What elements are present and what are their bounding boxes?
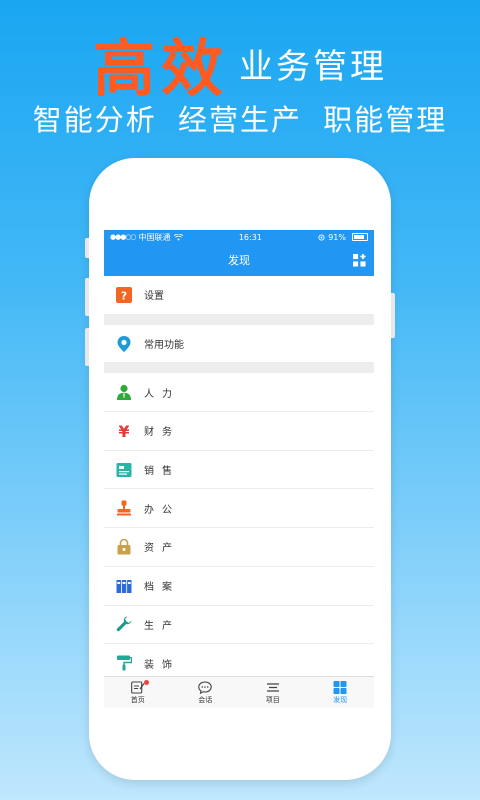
hero-subtitle: 智能分析 经营生产 职能管理 <box>32 103 448 137</box>
svg-text:¥: ¥ <box>118 423 129 439</box>
battery-percent: 91% <box>328 232 346 242</box>
sales-card-icon <box>116 462 132 478</box>
list-item-assets[interactable]: 资产 <box>104 528 374 567</box>
list-item-common[interactable]: 常用功能 <box>104 324 374 364</box>
svg-text:?: ? <box>121 289 127 302</box>
notification-badge <box>144 680 149 685</box>
archive-icon <box>116 578 132 594</box>
phone-volume-down <box>85 328 89 366</box>
lock-bag-icon <box>116 538 132 555</box>
item-label: 生产 <box>144 620 180 632</box>
discover-list: ? 设置 常用功能 人力 ¥ 财务 销售 办公 资产 档案 生产 装饰 <box>104 276 374 683</box>
item-label: 装饰 <box>144 659 180 671</box>
stamp-icon <box>116 500 132 516</box>
status-time: 16:31 <box>238 232 262 242</box>
list-item-hr[interactable]: 人力 <box>104 373 374 413</box>
question-icon: ? <box>116 286 132 303</box>
chat-bubble-icon <box>198 680 213 694</box>
phone-power-button <box>391 293 395 338</box>
nav-bar: 发现 <box>104 244 374 276</box>
grid-add-icon[interactable] <box>353 254 366 267</box>
person-icon <box>116 384 132 401</box>
wifi-icon <box>173 233 183 241</box>
menu-lines-icon <box>266 682 279 692</box>
list-item-settings[interactable]: ? 设置 <box>104 276 374 315</box>
item-label: 财务 <box>144 427 180 439</box>
item-label: 资产 <box>144 543 180 555</box>
carrier-label: 中国联通 <box>138 232 171 242</box>
paint-roller-icon <box>116 655 132 671</box>
item-label: 人力 <box>144 388 180 400</box>
list-item-archives[interactable]: 档案 <box>104 566 374 606</box>
list-item-office[interactable]: 办公 <box>104 489 374 529</box>
item-label: 办公 <box>144 504 180 516</box>
item-label: 档案 <box>144 582 180 594</box>
tab-home[interactable]: 首页 <box>104 677 172 708</box>
yen-icon: ¥ <box>116 423 132 439</box>
hero-headline: 高效 业务管理 <box>0 18 480 108</box>
phone-mute-switch <box>85 238 89 258</box>
hero-title-emphasis: 高效 <box>92 32 229 105</box>
tab-label: 会话 <box>198 695 213 704</box>
status-bar: ●●●○○ 中国联通 16:31 91% <box>104 230 374 244</box>
app-screen: ●●●○○ 中国联通 16:31 91% 发现 ? 设置 常用功能 人力 ¥ 财… <box>104 230 374 708</box>
tab-projects[interactable]: 项目 <box>239 677 307 708</box>
tab-label: 发现 <box>333 695 348 704</box>
tab-label: 项目 <box>265 695 280 704</box>
section-divider <box>104 363 374 374</box>
location-pin-icon <box>116 335 132 352</box>
tab-label: 首页 <box>130 695 145 704</box>
phone-volume-up <box>85 278 89 316</box>
list-item-sales[interactable]: 销售 <box>104 450 374 490</box>
signal-icon: ●●●○○ <box>110 233 137 241</box>
hero-title-rest: 业务管理 <box>239 46 387 87</box>
nav-title: 发现 <box>228 254 250 267</box>
battery-icon <box>351 233 368 241</box>
common-label: 常用功能 <box>144 340 184 352</box>
list-item-finance[interactable]: ¥ 财务 <box>104 412 374 451</box>
orientation-lock-icon <box>318 233 325 241</box>
tab-discover[interactable]: 发现 <box>307 677 375 708</box>
wrench-icon <box>116 616 132 632</box>
tab-bar: 首页 会话 项目 发现 <box>104 676 374 708</box>
grid-icon <box>333 680 347 694</box>
home-edit-icon <box>130 680 145 694</box>
item-label: 销售 <box>144 466 180 478</box>
list-item-production[interactable]: 生产 <box>104 605 374 645</box>
tab-chat[interactable]: 会话 <box>172 677 240 708</box>
settings-label: 设置 <box>144 291 164 303</box>
section-divider <box>104 314 374 325</box>
